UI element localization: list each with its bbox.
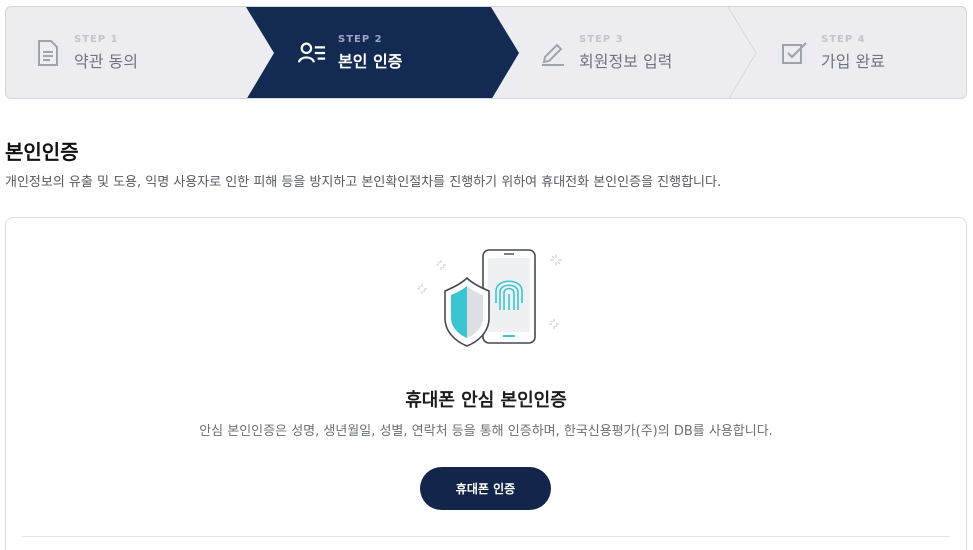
signup-stepper: STEP 1 약관 동의 STEP 2 본인 인증 STEP 3 회원정보 입력… [5, 6, 967, 99]
step-label: 본인 인증 [338, 51, 403, 71]
pencil-icon [539, 39, 567, 67]
phone-verify-button[interactable]: 휴대폰 인증 [420, 467, 551, 510]
step-number: STEP 3 [579, 33, 624, 45]
phone-shield-fingerprint-icon [411, 248, 571, 362]
step-number: STEP 1 [74, 33, 119, 45]
step-number: STEP 2 [338, 33, 383, 45]
section-description: 개인정보의 유출 및 도용, 익명 사용자로 인한 피해 등을 방지하고 본인확… [5, 175, 722, 190]
card-title: 휴대폰 안심 본인인증 [405, 390, 567, 411]
step-label: 가입 완료 [821, 51, 885, 71]
step-3-member-info: STEP 3 회원정보 입력 [539, 7, 672, 98]
step-2-identity: STEP 2 본인 인증 [298, 7, 402, 98]
section-title: 본인인증 [5, 140, 79, 164]
document-icon [34, 39, 62, 67]
step-4-complete: STEP 4 가입 완료 [781, 7, 885, 98]
step-number: STEP 4 [821, 33, 866, 45]
step-1-terms: STEP 1 약관 동의 [34, 7, 138, 98]
user-verify-icon [298, 39, 326, 67]
checkbox-icon [781, 39, 809, 67]
step-label: 회원정보 입력 [579, 51, 673, 71]
divider [22, 536, 950, 537]
card-description: 안심 본인인증은 성명, 생년월일, 성별, 연락처 등을 통해 인증하며, 한… [199, 424, 773, 439]
step-label: 약관 동의 [74, 51, 138, 71]
phone-verification-card: 휴대폰 안심 본인인증 안심 본인인증은 성명, 생년월일, 성별, 연락처 등… [5, 217, 967, 550]
